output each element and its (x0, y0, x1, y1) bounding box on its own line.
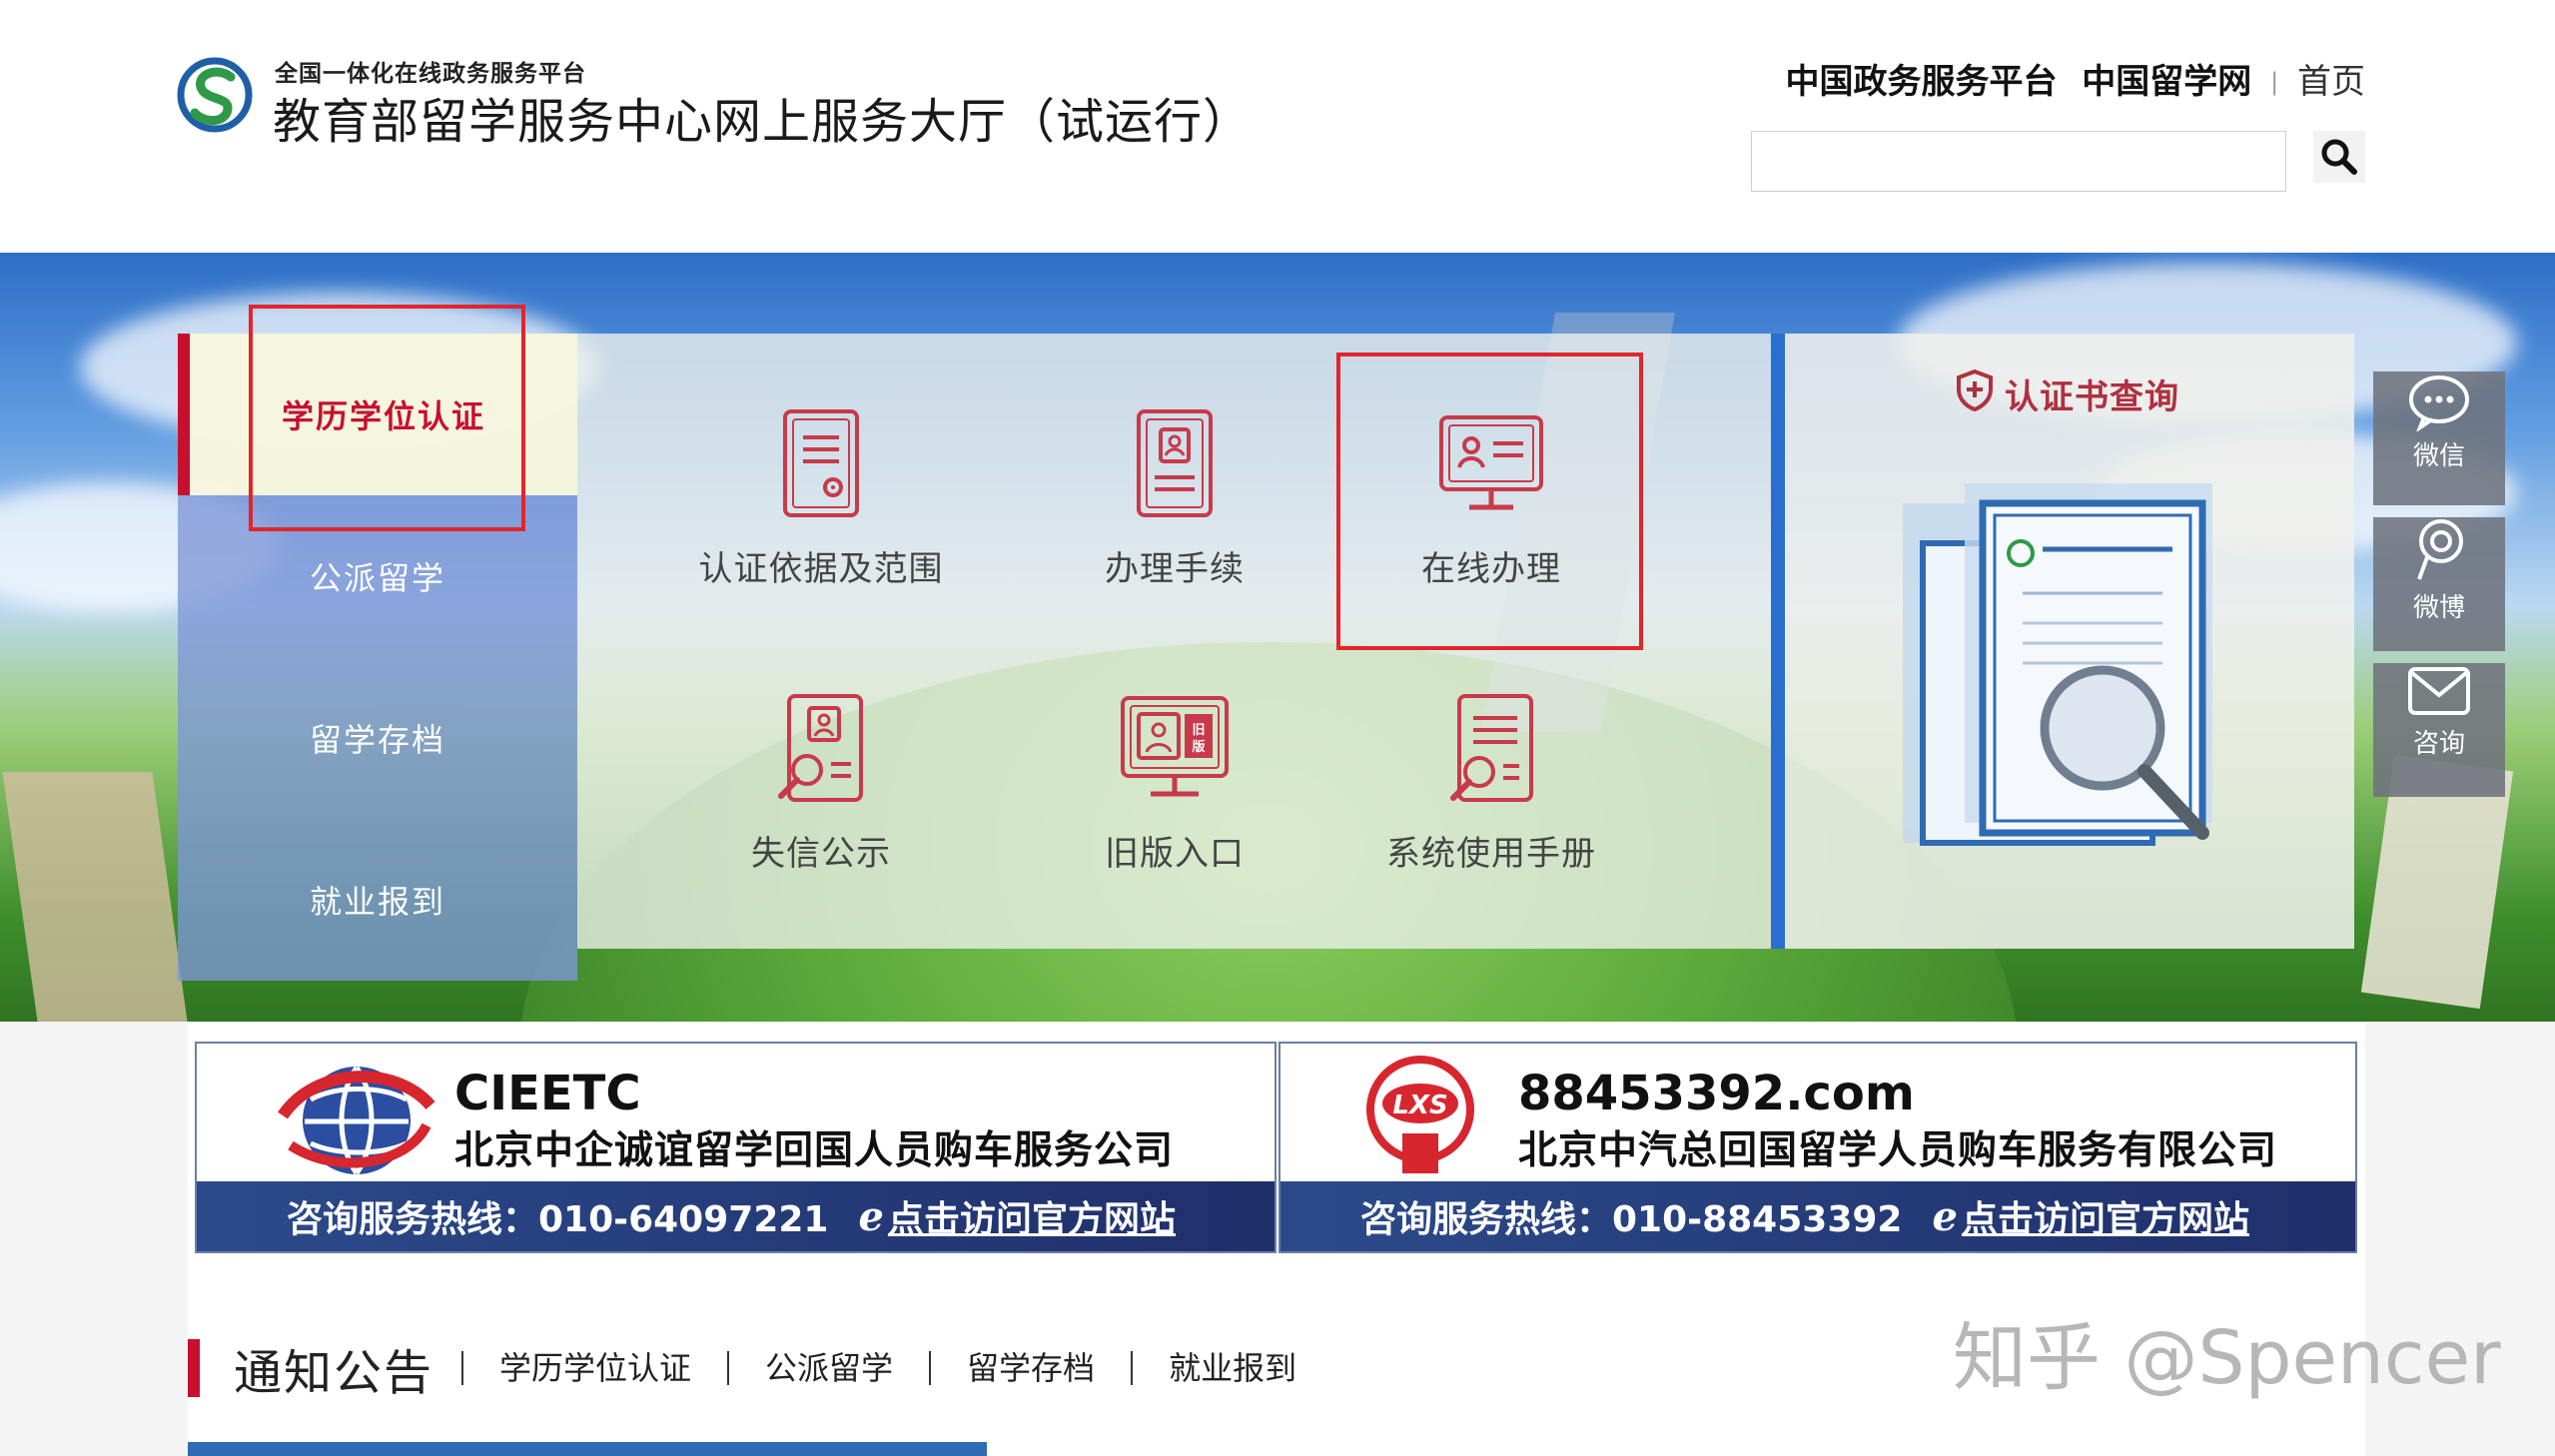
old-badge-bottom: 版 (1192, 739, 1205, 755)
service-label: 认证依据及范围 (698, 549, 944, 589)
notice-bar: 通知公告 学历学位认证 公派留学 留学存档 就业报到 (188, 1328, 1332, 1408)
service-dishonesty-notice[interactable]: 失信公示 (641, 688, 1001, 948)
id-profile-icon (1137, 409, 1213, 517)
ad-hotline: 咨询服务热线：010-88453392 (1360, 1199, 1903, 1240)
monitor-old-version-icon: 旧 版 (1121, 696, 1229, 797)
notice-accent-bar (188, 1339, 200, 1397)
ad-name: 88453392.com (1518, 1066, 1915, 1121)
ad-banner-88453392[interactable]: LXS 88453392.com 北京中汽总回国留学人员购车服务有限公司 咨询服… (1278, 1042, 2357, 1253)
cert-query-panel[interactable]: 认证书查询 (1785, 334, 2354, 949)
search-button[interactable] (2313, 131, 2365, 183)
service-old-version[interactable]: 旧 版 旧版入口 (995, 688, 1354, 948)
search-icon (2321, 139, 2357, 175)
weibo-icon (2417, 519, 2463, 580)
side-consult-button[interactable]: 咨询 (2373, 663, 2505, 797)
top-link-gov-platform[interactable]: 中国政务服务平台 (1785, 62, 2057, 102)
ad-name: CIEETC (454, 1066, 641, 1121)
ad-hotline-bar: 咨询服务热线：010-64097221 e 点击访问官方网站 (197, 1181, 1275, 1251)
lxs-logo-icon: LXS (1366, 1056, 1474, 1173)
search-input[interactable] (1751, 131, 2286, 192)
services-panel: 认证依据及范围 办理手续 在线办理 失信公示 旧 版 旧版入口 系统使用手册 (577, 334, 1771, 949)
nav-item-archive[interactable]: 留学存档 (178, 657, 577, 819)
side-wechat-button[interactable]: 微信 (2373, 371, 2505, 505)
shield-plus-icon (1957, 369, 1993, 411)
nav-item-public-study[interactable]: 公派留学 (178, 495, 577, 657)
side-label: 微信 (2412, 441, 2465, 471)
globe-logo-icon (278, 1066, 435, 1175)
side-weibo-button[interactable]: 微博 (2373, 517, 2505, 651)
service-procedures[interactable]: 办理手续 (995, 403, 1354, 663)
document-seal-icon (783, 409, 859, 517)
service-label: 在线办理 (1421, 549, 1561, 589)
home-link[interactable]: 首页 (2297, 62, 2365, 102)
service-label: 旧版入口 (1105, 834, 1245, 874)
notice-tab-degree-certification[interactable]: 学历学位认证 (461, 1351, 727, 1385)
notice-tab-public-study[interactable]: 公派留学 (727, 1351, 929, 1385)
old-badge-top: 旧 (1192, 723, 1205, 738)
notice-tab-employment[interactable]: 就业报到 (1131, 1351, 1332, 1385)
top-links: 中国政务服务平台 中国留学网 | 首页 (1785, 54, 2365, 103)
service-user-manual[interactable]: 系统使用手册 (1311, 688, 1671, 948)
service-label: 失信公示 (751, 834, 891, 874)
site-header: 全国一体化在线政务服务平台 教育部留学服务中心网上服务大厅（试运行） 中国政务服… (0, 0, 2555, 253)
notice-tab-archive[interactable]: 留学存档 (929, 1351, 1131, 1385)
monitor-profile-icon (1439, 415, 1543, 510)
ad-hotline: 咨询服务热线：010-64097221 (287, 1199, 829, 1240)
logo-icon[interactable] (175, 55, 255, 135)
site-title[interactable]: 教育部留学服务中心网上服务大厅（试运行） (273, 82, 1252, 152)
browser-e-icon: e (858, 1192, 884, 1240)
left-nav: 学历学位认证 公派留学 留学存档 就业报到 (178, 334, 577, 981)
cert-query-title[interactable]: 认证书查询 (2005, 369, 2179, 418)
service-cert-basis[interactable]: 认证依据及范围 (641, 403, 1001, 663)
nav-item-degree-certification[interactable]: 学历学位认证 (178, 334, 577, 495)
nav-item-employment[interactable]: 就业报到 (178, 819, 577, 981)
service-label: 办理手续 (1105, 549, 1245, 589)
service-online-processing[interactable]: 在线办理 (1311, 403, 1671, 663)
ad-company: 北京中企诚谊留学回国人员购车服务公司 (454, 1128, 1175, 1173)
wechat-icon (2409, 375, 2469, 431)
browser-e-icon: e (1932, 1192, 1958, 1240)
profile-search-icon (778, 694, 863, 802)
ad-banner-cieetc[interactable]: CIEETC 北京中企诚谊留学回国人员购车服务公司 咨询服务热线：010-640… (195, 1042, 1277, 1253)
notice-image-strip (188, 1442, 987, 1456)
link-separator: | (2270, 68, 2279, 96)
top-link-study-abroad[interactable]: 中国留学网 (2082, 62, 2251, 102)
lxs-logo-text: LXS (1392, 1091, 1447, 1120)
watermark: 知乎 @Spencer (1953, 1315, 2501, 1401)
manual-search-icon (1450, 694, 1533, 802)
side-label: 微博 (2412, 593, 2465, 623)
ad-visit-link[interactable]: 点击访问官方网站 (888, 1190, 1176, 1242)
ad-visit-link[interactable]: 点击访问官方网站 (1962, 1190, 2249, 1242)
side-label: 咨询 (2412, 729, 2465, 759)
mail-icon (2408, 667, 2470, 715)
ad-company: 北京中汽总回国留学人员购车服务有限公司 (1518, 1128, 2278, 1173)
notice-heading: 通知公告 (234, 1345, 434, 1401)
service-label: 系统使用手册 (1386, 834, 1596, 874)
side-float-bar: 微信 微博 咨询 (2373, 360, 2505, 801)
certificate-magnifier-icon (1903, 483, 2212, 846)
panel-divider (1771, 334, 1785, 949)
ad-hotline-bar: 咨询服务热线：010-88453392 e 点击访问官方网站 (1280, 1181, 2355, 1251)
